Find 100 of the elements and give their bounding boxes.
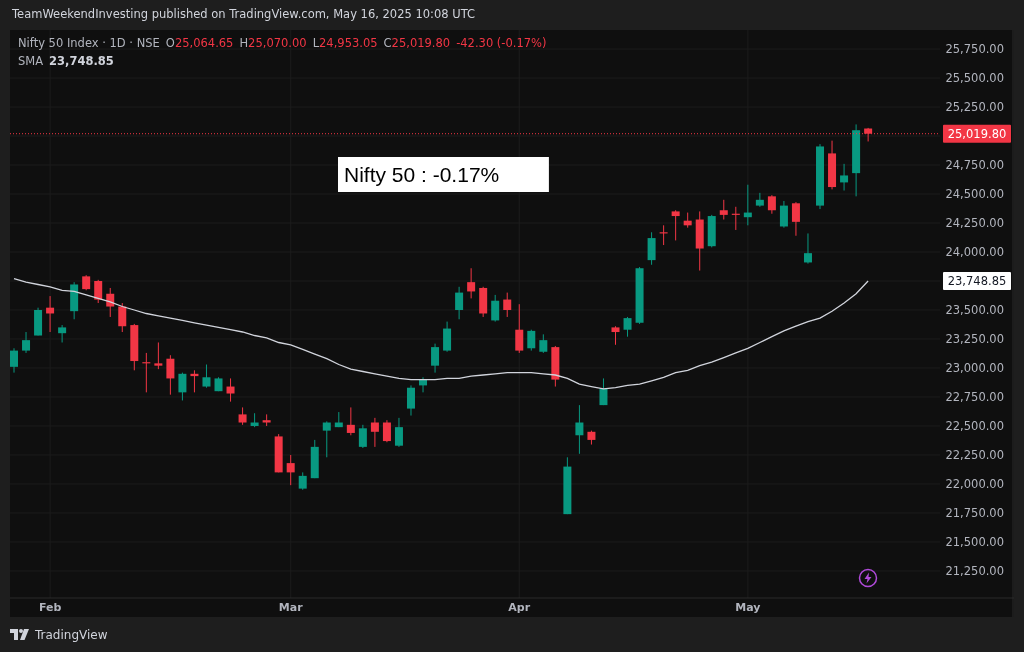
time-axis-label: Feb: [38, 601, 62, 614]
candlestick: [647, 231, 656, 266]
price-axis-label: 22,750.00: [945, 390, 1004, 404]
publish-info: TeamWeekendInvesting published on TradingView.com, May 16, 2025 10:08 UTC: [12, 6, 476, 24]
candlestick: [707, 214, 716, 248]
candlestick: [310, 439, 319, 479]
candlestick: [864, 127, 873, 142]
candlestick: [539, 333, 548, 354]
price-badge: 23,748.85: [943, 272, 1011, 290]
price-axis-label: 25,750.00: [945, 42, 1004, 56]
candlestick: [419, 376, 427, 393]
candlestick: [695, 210, 704, 272]
price-axis-label: 21,500.00: [945, 535, 1004, 549]
candlestick: [599, 377, 608, 406]
candlestick: [334, 411, 343, 428]
candlestick: [551, 345, 560, 388]
price-axis-label: 24,000.00: [945, 245, 1004, 259]
candlestick: [443, 321, 452, 353]
symbol-title: Nifty 50 Index · 1D · NSE: [18, 35, 160, 52]
price-axis-label: 24,250.00: [945, 216, 1004, 230]
brand-name: TradingView: [35, 626, 108, 644]
candlestick: [262, 413, 271, 427]
time-axis-label: Mar: [278, 601, 303, 614]
candlestick: [190, 369, 199, 393]
candlestick: [455, 286, 464, 320]
candlestick: [106, 287, 115, 318]
price-axis-label: 25,250.00: [945, 100, 1004, 114]
price-axis-label: 22,500.00: [945, 419, 1004, 433]
candlestick: [238, 406, 247, 426]
ohlc-label: H: [239, 35, 249, 52]
candlestick: [34, 307, 43, 336]
price-axis-label: 25,500.00: [945, 71, 1004, 85]
ohlc-label: L: [312, 35, 320, 52]
candlestick: [346, 406, 355, 436]
price-axis-label: 23,000.00: [945, 361, 1004, 375]
candlestick: [515, 303, 524, 354]
price-axis-label: 21,250.00: [945, 563, 1004, 578]
ohlc-value: 25,064.65: [174, 35, 234, 52]
candlestick: [382, 419, 391, 443]
candlestick: [10, 347, 18, 374]
candlestick: [816, 143, 824, 210]
candlestick: [767, 194, 776, 215]
indicator-value: 23,748.85: [49, 53, 114, 71]
candlestick: [370, 417, 379, 448]
candlestick: [563, 456, 572, 515]
candlestick: [142, 352, 151, 393]
candlestick: [214, 376, 223, 392]
candlestick: [587, 430, 596, 446]
candlestick: [394, 417, 403, 448]
price-axis-label: 24,750.00: [945, 158, 1004, 172]
ohlc-label: O: [165, 35, 175, 52]
price-axis-label: 24,500.00: [945, 187, 1004, 201]
logo-icon: [10, 629, 30, 640]
candlestick: [828, 140, 837, 190]
candlestick: [322, 420, 331, 458]
candlestick: [575, 404, 584, 455]
indicator-name: SMA: [18, 53, 44, 71]
candlestick: [130, 323, 139, 371]
price-axis-label: 23,500.00: [945, 303, 1004, 317]
candlestick: [635, 266, 644, 325]
candlestick: [840, 163, 849, 192]
candlestick: [274, 433, 283, 473]
price-axis-label: 22,000.00: [945, 477, 1004, 491]
price-change: -42.30 (-0.17%): [456, 35, 547, 52]
ohlc-label: C: [383, 35, 392, 52]
ohlc-value: 25,019.80: [391, 35, 451, 52]
candlestick: [671, 209, 680, 241]
candlestick: [791, 201, 800, 237]
candlestick: [804, 232, 812, 265]
candlestick: [22, 331, 31, 354]
chart-text-label: Nifty 50 : -0.17%: [338, 157, 549, 192]
lightning-icon[interactable]: [858, 568, 878, 588]
candlestick: [731, 206, 740, 231]
candlestick: [755, 192, 764, 208]
candlestick: [286, 454, 295, 486]
candlestick: [683, 212, 692, 229]
candlestick: [298, 471, 307, 491]
candlestick: [479, 286, 488, 318]
candlestick: [743, 184, 752, 226]
candlestick: [527, 329, 536, 352]
candlestick: [623, 316, 632, 338]
candlestick: [202, 364, 211, 389]
candlestick: [118, 302, 127, 333]
candlestick: [166, 354, 175, 396]
price-axis-label: 23,250.00: [945, 332, 1004, 346]
price-badge: 25,019.80: [943, 124, 1011, 143]
candlestick: [358, 424, 367, 449]
candlestick: [226, 377, 235, 403]
candlestick: [659, 224, 668, 246]
candlestick: [407, 384, 415, 417]
candlestick: [250, 412, 259, 428]
candlestick: [46, 295, 55, 333]
annotation: Nifty 50 : -0.17%: [344, 163, 500, 186]
time-axis-label: May: [735, 601, 761, 614]
candlestick: [82, 274, 91, 291]
candlestick: [70, 281, 79, 320]
price-axis-label: 21,750.00: [945, 506, 1004, 520]
candlestick: [154, 342, 163, 370]
candlestick: [779, 200, 788, 229]
candlestick: [719, 199, 728, 221]
